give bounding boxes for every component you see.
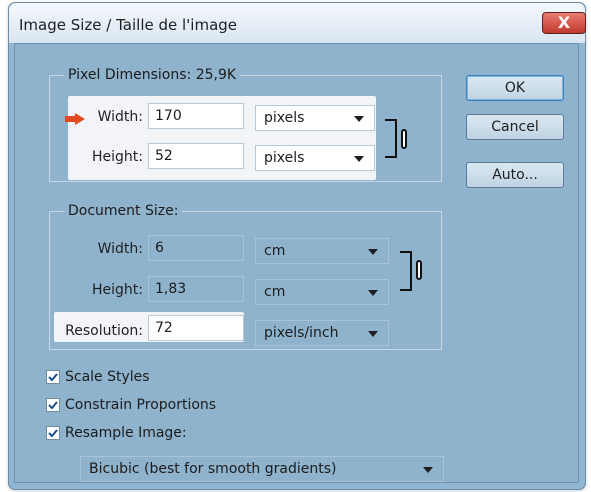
resolution-unit-value: pixels/inch bbox=[264, 325, 339, 341]
scale-styles-label: Scale Styles bbox=[65, 369, 150, 385]
resample-image-checkbox-row[interactable]: Resample Image: bbox=[46, 424, 276, 444]
pixel-height-label: Height: bbox=[92, 149, 143, 165]
document-width-input[interactable]: 6 bbox=[148, 235, 244, 261]
resample-image-label: Resample Image: bbox=[65, 425, 187, 441]
chain-link-icon bbox=[401, 129, 407, 149]
red-arrow-icon bbox=[64, 110, 86, 125]
pixel-width-label: Width: bbox=[97, 109, 143, 125]
checkmark-icon bbox=[48, 373, 58, 382]
close-icon: X bbox=[557, 13, 571, 32]
cancel-button[interactable]: Cancel bbox=[466, 114, 564, 140]
bracket-vertical bbox=[410, 251, 412, 291]
image-size-dialog: Image Size / Taille de l'image X Pixel D… bbox=[8, 2, 586, 490]
chevron-down-icon bbox=[368, 290, 378, 296]
auto-button[interactable]: Auto... bbox=[466, 162, 564, 188]
bracket-bottom bbox=[400, 289, 412, 291]
document-height-label: Height: bbox=[92, 282, 143, 298]
document-width-unit-select[interactable]: cm bbox=[255, 238, 389, 264]
resolution-label: Resolution: bbox=[65, 323, 143, 339]
document-size-title: Document Size: bbox=[64, 203, 183, 219]
pixel-width-unit-value: pixels bbox=[264, 110, 305, 126]
scale-styles-checkbox[interactable] bbox=[46, 370, 60, 384]
constrain-proportions-label: Constrain Proportions bbox=[65, 397, 217, 413]
constrain-proportions-checkbox[interactable] bbox=[46, 398, 60, 412]
chevron-down-icon bbox=[368, 331, 378, 337]
ok-button[interactable]: OK bbox=[466, 75, 564, 101]
document-width-unit-value: cm bbox=[264, 243, 286, 259]
chevron-down-icon bbox=[423, 467, 433, 473]
window-title: Image Size / Taille de l'image bbox=[19, 16, 238, 34]
close-button[interactable]: X bbox=[542, 12, 586, 34]
chevron-down-icon bbox=[368, 249, 378, 255]
pixel-width-input[interactable]: 170 bbox=[148, 103, 244, 129]
checkmark-icon bbox=[48, 429, 58, 438]
bracket-vertical bbox=[395, 119, 397, 158]
document-width-label: Width: bbox=[97, 241, 143, 257]
chain-link-icon bbox=[416, 260, 422, 280]
dialog-content: Pixel Dimensions: 25,9K Width: 170 pixel… bbox=[14, 43, 579, 483]
document-height-unit-value: cm bbox=[264, 284, 286, 300]
scale-styles-checkbox-row[interactable]: Scale Styles bbox=[46, 368, 236, 388]
chevron-down-icon bbox=[354, 116, 364, 122]
pixel-width-unit-select[interactable]: pixels bbox=[255, 105, 375, 131]
pixel-dimensions-title: Pixel Dimensions: 25,9K bbox=[64, 67, 241, 83]
pixel-height-unit-select[interactable]: pixels bbox=[255, 145, 375, 171]
resample-image-checkbox[interactable] bbox=[46, 426, 60, 440]
constrain-proportions-checkbox-row[interactable]: Constrain Proportions bbox=[46, 396, 276, 416]
chevron-down-icon bbox=[354, 156, 364, 162]
resample-method-value: Bicubic (best for smooth gradients) bbox=[89, 461, 337, 477]
title-bar: Image Size / Taille de l'image X bbox=[9, 3, 586, 43]
document-height-unit-select[interactable]: cm bbox=[255, 279, 389, 305]
resolution-input[interactable]: 72 bbox=[148, 315, 244, 341]
document-height-input[interactable]: 1,83 bbox=[148, 276, 244, 302]
pixel-height-input[interactable]: 52 bbox=[148, 143, 244, 169]
resolution-unit-select[interactable]: pixels/inch bbox=[255, 320, 389, 346]
bracket-bottom bbox=[385, 156, 397, 158]
checkmark-icon bbox=[48, 401, 58, 410]
pixel-height-unit-value: pixels bbox=[264, 150, 305, 166]
resample-method-select[interactable]: Bicubic (best for smooth gradients) bbox=[80, 456, 444, 482]
